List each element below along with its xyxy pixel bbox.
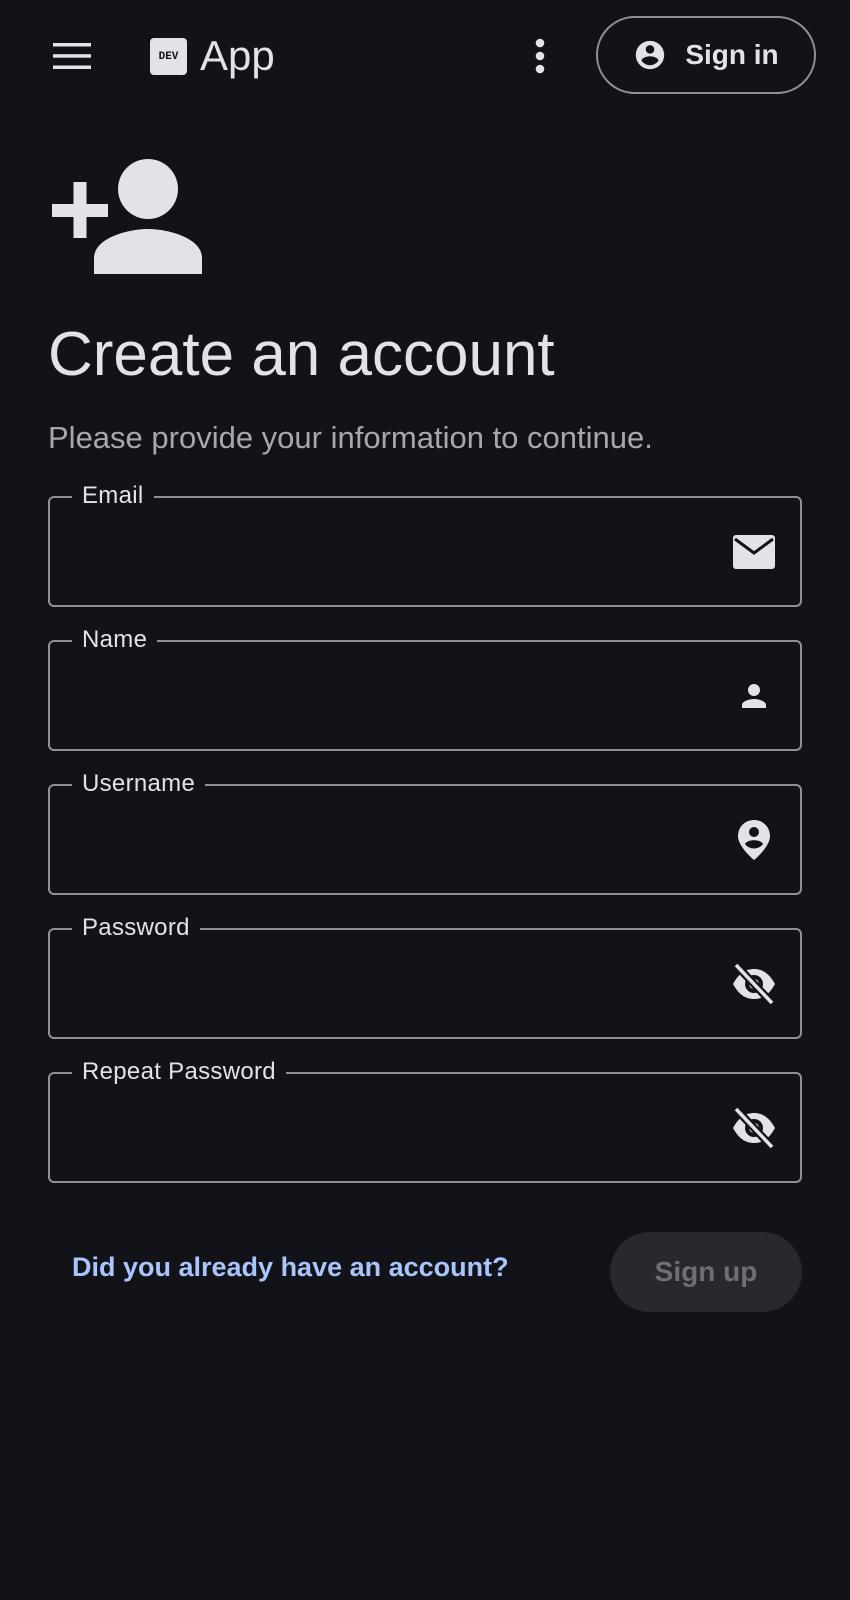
top-app-bar: DEV App Sign in bbox=[0, 0, 850, 112]
username-input[interactable] bbox=[70, 816, 694, 864]
email-input[interactable] bbox=[70, 528, 694, 576]
page-subtitle: Please provide your information to conti… bbox=[48, 420, 653, 455]
name-input[interactable] bbox=[70, 672, 694, 720]
password-field: Password bbox=[48, 913, 802, 1039]
menu-button[interactable] bbox=[44, 32, 100, 80]
mail-icon bbox=[730, 528, 778, 576]
email-field: Email bbox=[48, 481, 802, 607]
username-field: Username bbox=[48, 769, 802, 895]
more-options-button[interactable] bbox=[516, 32, 564, 80]
repeat-password-field: Repeat Password bbox=[48, 1057, 802, 1183]
person-icon bbox=[730, 672, 778, 720]
repeat-password-label: Repeat Password bbox=[72, 1057, 286, 1087]
app-logo: DEV bbox=[150, 38, 187, 75]
person-pin-icon bbox=[730, 816, 778, 864]
name-label: Name bbox=[72, 625, 158, 655]
menu-icon bbox=[53, 43, 91, 69]
username-label: Username bbox=[72, 769, 206, 799]
logo-text: DEV bbox=[158, 50, 179, 63]
person-add-icon bbox=[52, 159, 202, 274]
already-have-account-link[interactable]: Did you already have an account? bbox=[72, 1252, 509, 1283]
repeat-password-input[interactable] bbox=[70, 1104, 694, 1152]
sign-in-label: Sign in bbox=[685, 39, 779, 70]
app-title: App bbox=[200, 32, 275, 79]
password-label: Password bbox=[72, 913, 200, 943]
email-label: Email bbox=[72, 481, 154, 511]
visibility-off-icon[interactable] bbox=[730, 1104, 778, 1152]
account-circle-icon bbox=[636, 40, 665, 70]
name-field: Name bbox=[48, 625, 802, 751]
sign-in-button[interactable]: Sign in bbox=[596, 16, 816, 94]
sign-up-button[interactable]: Sign up bbox=[610, 1232, 802, 1312]
more-vert-icon bbox=[535, 38, 545, 74]
password-input[interactable] bbox=[70, 960, 694, 1008]
page-title: Create an account bbox=[48, 320, 555, 389]
visibility-off-icon[interactable] bbox=[730, 960, 778, 1008]
